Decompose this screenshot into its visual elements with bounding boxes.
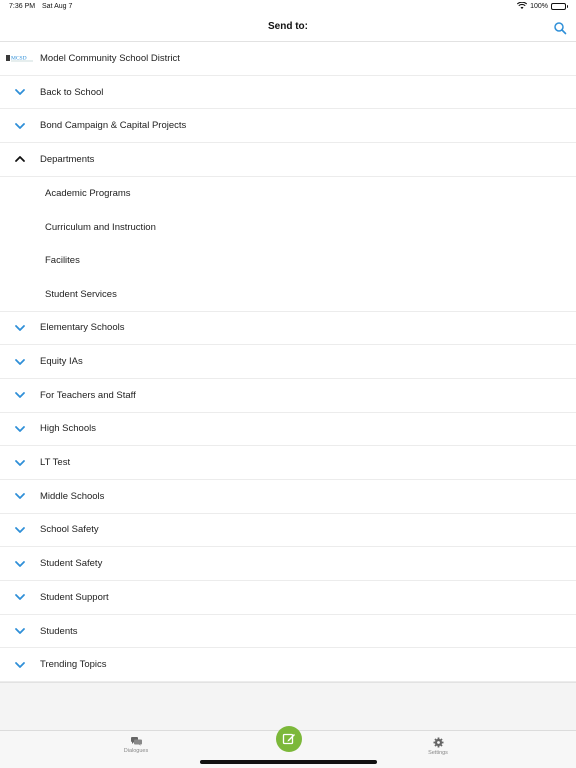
wifi-icon (517, 2, 528, 9)
org-row[interactable]: MCSD Model Community School District (0, 42, 576, 76)
compose-icon (282, 733, 295, 745)
subgroup-label: Student Services (45, 288, 117, 300)
gear-icon (433, 737, 443, 748)
group-label: LT Test (40, 457, 71, 469)
group-label: Student Support (40, 591, 109, 603)
chevron-down-icon[interactable] (14, 627, 26, 635)
group-row[interactable]: For Teachers and Staff (0, 379, 576, 413)
compose-button[interactable] (276, 726, 302, 752)
chevron-down-icon[interactable] (14, 358, 26, 366)
subgroup-row[interactable]: Academic Programs (0, 177, 576, 211)
nav-header: Send to: (0, 14, 576, 42)
group-row[interactable]: Back to School (0, 76, 576, 110)
tab-settings[interactable]: Settings (408, 737, 468, 756)
group-label: High Schools (40, 423, 96, 435)
group-label: Departments (40, 153, 95, 165)
subgroup-row[interactable]: Curriculum and Instruction (0, 210, 576, 244)
group-label: Bond Campaign & Capital Projects (40, 120, 187, 132)
page-title: Send to: (268, 21, 308, 32)
district-logo: MCSD (6, 55, 33, 62)
group-row[interactable]: Departments (0, 143, 576, 177)
group-label: Students (40, 625, 78, 637)
chevron-down-icon[interactable] (14, 391, 26, 399)
group-row[interactable]: LT Test (0, 446, 576, 480)
tab-settings-label: Settings (428, 750, 448, 756)
subgroup-label: Curriculum and Instruction (45, 221, 156, 233)
group-label: For Teachers and Staff (40, 389, 136, 401)
group-row[interactable]: Student Support (0, 581, 576, 615)
chevron-down-icon[interactable] (14, 526, 26, 534)
chevron-up-icon[interactable] (14, 155, 26, 163)
chevron-down-icon[interactable] (14, 324, 26, 332)
group-label: Middle Schools (40, 490, 105, 502)
status-indicators: 100% (517, 2, 568, 10)
group-label: Back to School (40, 86, 104, 98)
chevron-down-icon[interactable] (14, 459, 26, 467)
group-label: Equity IAs (40, 356, 83, 368)
tab-dialogues-label: Dialogues (123, 748, 149, 754)
chevron-down-icon[interactable] (14, 661, 26, 669)
subgroup-label: Facilites (45, 255, 80, 267)
chevron-down-icon[interactable] (14, 593, 26, 601)
chat-bubbles-icon (130, 737, 142, 746)
org-name: Model Community School District (40, 52, 180, 64)
status-date: Sat Aug 7 (42, 3, 73, 10)
battery-percent: 100% (530, 2, 548, 10)
subgroup-label: Academic Programs (45, 188, 131, 200)
group-label: Student Safety (40, 558, 103, 570)
group-label: Elementary Schools (40, 322, 125, 334)
chevron-down-icon[interactable] (14, 492, 26, 500)
subgroup-row[interactable]: Student Services (0, 278, 576, 312)
tab-dialogues[interactable]: Dialogues (106, 737, 166, 754)
group-row[interactable]: High Schools (0, 413, 576, 447)
search-icon[interactable] (553, 21, 567, 35)
recipient-list: MCSD Model Community School District Bac… (0, 42, 576, 683)
group-row[interactable]: Middle Schools (0, 480, 576, 514)
home-indicator (200, 760, 377, 764)
subgroup-row[interactable]: Facilites (0, 244, 576, 278)
empty-area (0, 682, 576, 730)
battery-icon (551, 2, 568, 10)
status-bar: 7:36 PM Sat Aug 7 100% (0, 0, 576, 14)
chevron-down-icon[interactable] (14, 425, 26, 433)
group-row[interactable]: Trending Topics (0, 648, 576, 683)
group-row[interactable]: School Safety (0, 514, 576, 548)
chevron-down-icon[interactable] (14, 560, 26, 568)
group-row[interactable]: Equity IAs (0, 345, 576, 379)
svg-text:MCSD: MCSD (11, 56, 27, 62)
group-row[interactable]: Bond Campaign & Capital Projects (0, 109, 576, 144)
group-row[interactable]: Student Safety (0, 547, 576, 581)
group-label: Trending Topics (40, 659, 107, 671)
group-row[interactable]: Elementary Schools (0, 312, 576, 346)
status-time: 7:36 PM (9, 3, 36, 10)
group-row[interactable]: Students (0, 615, 576, 649)
chevron-down-icon[interactable] (14, 122, 26, 130)
group-label: School Safety (40, 524, 99, 536)
chevron-down-icon[interactable] (14, 88, 26, 96)
